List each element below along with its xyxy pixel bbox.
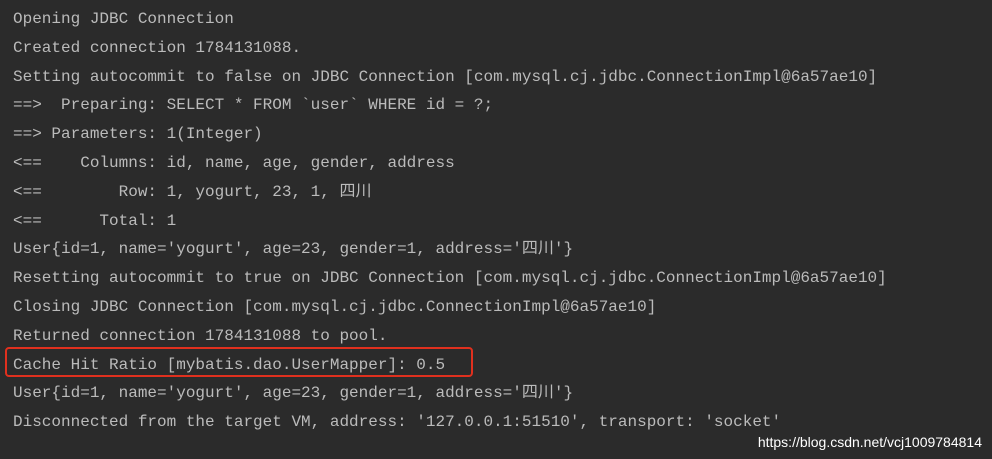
console-line-user-result-1: User{id=1, name='yogurt', age=23, gender…: [13, 240, 574, 259]
console-line-preparing: ==> Preparing: SELECT * FROM `user` WHER…: [13, 96, 494, 115]
console-line-opening: Opening JDBC Connection: [13, 10, 234, 28]
console-line-columns: <== Columns: id, name, age, gender, addr…: [13, 153, 455, 172]
watermark-url: https://blog.csdn.net/vcj1009784814: [757, 434, 982, 450]
console-line-disconnected: Disconnected from the target VM, address…: [13, 413, 782, 432]
console-line-row: <== Row: 1, yogurt, 23, 1, 四川: [13, 182, 372, 201]
console-line-autocommit-true: Resetting autocommit to true on JDBC Con…: [13, 269, 887, 288]
console-line-autocommit-false: Setting autocommit to false on JDBC Conn…: [13, 67, 878, 86]
console-line-total: <== Total: 1: [13, 211, 177, 230]
console-line-closing: Closing JDBC Connection [com.mysql.cj.jd…: [13, 297, 657, 316]
console-line-parameters: ==> Parameters: 1(Integer): [13, 125, 263, 144]
console-output: Opening JDBC Connection Created connecti…: [0, 0, 992, 459]
cache-hit-highlight-box: [5, 347, 473, 377]
console-line-user-result-2: User{id=1, name='yogurt', age=23, gender…: [13, 384, 574, 403]
console-line-created: Created connection 1784131088.: [13, 38, 302, 57]
